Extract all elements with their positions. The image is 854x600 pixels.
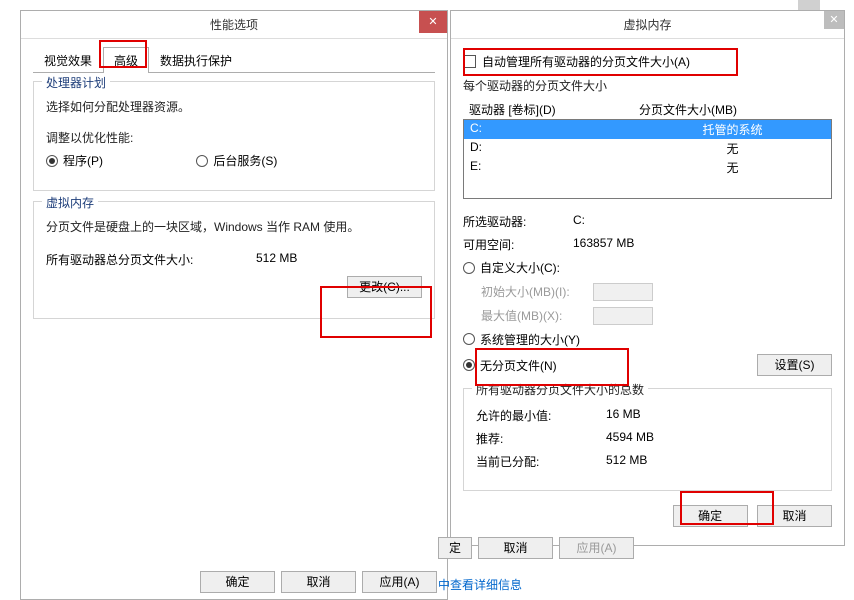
drive-name: C:: [470, 121, 640, 138]
initial-size-label: 初始大小(MB)(I):: [463, 283, 593, 301]
rec-value: 4594 MB: [606, 430, 654, 447]
close-icon[interactable]: ✕: [824, 11, 844, 29]
close-icon[interactable]: ✕: [419, 11, 447, 33]
drive-size: 无: [640, 159, 825, 176]
bg-apply-button[interactable]: 应用(A): [559, 537, 634, 559]
drive-name: E:: [470, 159, 640, 176]
radio-programs-label: 程序(P): [63, 152, 103, 169]
radio-custom-label: 自定义大小(C):: [480, 259, 560, 276]
tab-advanced[interactable]: 高级: [103, 47, 149, 73]
list-item[interactable]: E: 无: [464, 158, 831, 177]
cancel-button[interactable]: 取消: [281, 571, 356, 593]
tab-dep[interactable]: 数据执行保护: [149, 47, 243, 73]
radio-programs[interactable]: 程序(P): [46, 152, 103, 169]
auto-manage-checkbox[interactable]: 自动管理所有驱动器的分页文件大小(A): [463, 53, 690, 70]
title-left: 性能选项: [210, 16, 258, 33]
drive-size: 无: [640, 140, 825, 157]
max-size-input: [593, 307, 653, 325]
radio-dot-icon: [463, 262, 475, 274]
apply-button[interactable]: 应用(A): [362, 571, 437, 593]
radio-dot-icon: [46, 155, 58, 167]
title-right: 虚拟内存: [623, 16, 671, 33]
min-value: 16 MB: [606, 407, 641, 424]
radio-dot-icon: [196, 155, 208, 167]
list-item[interactable]: D: 无: [464, 139, 831, 158]
cancel-button[interactable]: 取消: [757, 505, 832, 527]
list-item[interactable]: C: 托管的系统: [464, 120, 831, 139]
radio-sys-label: 系统管理的大小(Y): [480, 331, 580, 348]
col-drive: 驱动器 [卷标](D): [469, 101, 639, 118]
radio-services[interactable]: 后台服务(S): [196, 152, 277, 169]
radio-nopaging-label: 无分页文件(N): [480, 357, 557, 374]
performance-options-dialog: 性能选项 ✕ 视觉效果 高级 数据执行保护 处理器计划 选择如何分配处理器资源。…: [20, 10, 448, 600]
background-dialog-buttons: 定 取消 应用(A): [438, 534, 698, 562]
group-title-cpu: 处理器计划: [42, 74, 110, 91]
cpu-desc: 选择如何分配处理器资源。: [46, 98, 422, 115]
drive-list-header: 驱动器 [卷标](D) 分页文件大小(MB): [463, 100, 832, 119]
left-dialog-buttons: 确定 取消 应用(A): [200, 571, 437, 593]
tabs: 视觉效果 高级 数据执行保护: [33, 47, 435, 73]
min-label: 允许的最小值:: [476, 407, 606, 424]
cpu-scheduling-group: 处理器计划 选择如何分配处理器资源。 调整以优化性能: 程序(P) 后台服务(S…: [33, 81, 435, 191]
titlebar-right: 虚拟内存 ✕: [451, 11, 844, 39]
rec-label: 推荐:: [476, 430, 606, 447]
bg-ok-button-partial[interactable]: 定: [438, 537, 472, 559]
radio-dot-icon: [463, 359, 475, 371]
totals-title: 所有驱动器分页文件大小的总数: [472, 381, 648, 398]
adjust-label: 调整以优化性能:: [46, 129, 422, 146]
titlebar-left: 性能选项 ✕: [21, 11, 447, 39]
free-space-value: 163857 MB: [573, 236, 634, 253]
checkbox-icon: [463, 55, 476, 68]
drive-size: 托管的系统: [640, 121, 825, 138]
max-size-label: 最大值(MB)(X):: [463, 307, 593, 325]
bg-cancel-button[interactable]: 取消: [478, 537, 553, 559]
drive-listbox[interactable]: C: 托管的系统 D: 无 E: 无: [463, 119, 832, 199]
radio-no-paging[interactable]: 无分页文件(N): [463, 357, 557, 374]
change-button[interactable]: 更改(C)...: [347, 276, 422, 298]
auto-manage-label: 自动管理所有驱动器的分页文件大小(A): [482, 53, 690, 70]
cur-value: 512 MB: [606, 453, 647, 470]
selected-drive-value: C:: [573, 213, 585, 230]
per-drive-label: 每个驱动器的分页文件大小: [463, 77, 832, 94]
virtual-memory-group: 虚拟内存 分页文件是硬盘上的一块区域，Windows 当作 RAM 使用。 所有…: [33, 201, 435, 319]
radio-dot-icon: [463, 333, 475, 345]
vm-desc: 分页文件是硬盘上的一块区域，Windows 当作 RAM 使用。: [46, 218, 422, 235]
col-size: 分页文件大小(MB): [639, 101, 737, 118]
radio-system-managed[interactable]: 系统管理的大小(Y): [463, 331, 580, 348]
initial-size-input: [593, 283, 653, 301]
group-title-vm: 虚拟内存: [42, 194, 98, 211]
radio-services-label: 后台服务(S): [213, 152, 277, 169]
selected-drive-label: 所选驱动器:: [463, 213, 573, 230]
tab-visual-effects[interactable]: 视觉效果: [33, 47, 103, 73]
radio-custom-size[interactable]: 自定义大小(C):: [463, 259, 560, 276]
ok-button[interactable]: 确定: [200, 571, 275, 593]
totals-group: 所有驱动器分页文件大小的总数 允许的最小值: 16 MB 推荐: 4594 MB…: [463, 388, 832, 491]
set-button[interactable]: 设置(S): [757, 354, 832, 376]
total-pf-value: 512 MB: [256, 251, 297, 268]
total-pf-label: 所有驱动器总分页文件大小:: [46, 251, 256, 268]
virtual-memory-dialog: 虚拟内存 ✕ 自动管理所有驱动器的分页文件大小(A) 每个驱动器的分页文件大小 …: [450, 10, 845, 546]
free-space-label: 可用空间:: [463, 236, 573, 253]
drive-name: D:: [470, 140, 640, 157]
details-link[interactable]: 中查看详细信息: [438, 576, 522, 593]
cur-label: 当前已分配:: [476, 453, 606, 470]
ok-button[interactable]: 确定: [673, 505, 748, 527]
